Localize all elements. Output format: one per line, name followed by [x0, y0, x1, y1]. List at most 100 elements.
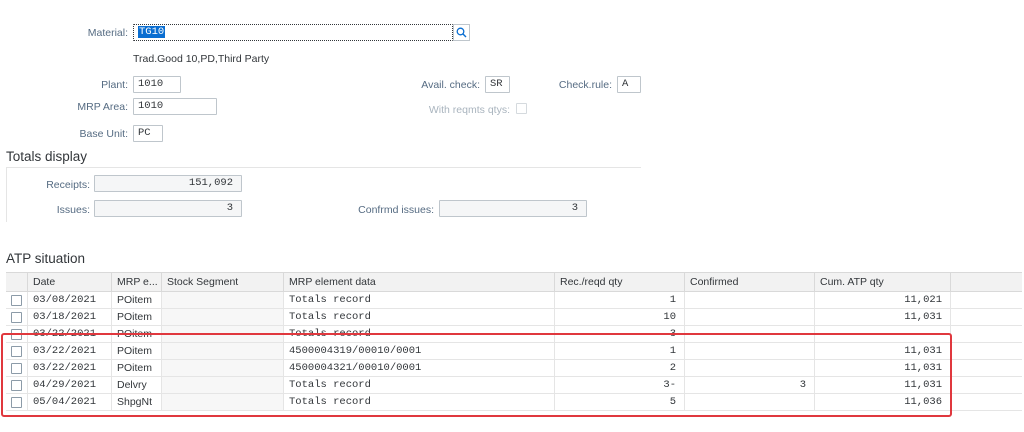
row-rec-reqd-qty: 1 [555, 343, 685, 360]
column-stock-segment[interactable]: Stock Segment [162, 273, 284, 292]
row-cum-atp-qty: 11,031 [815, 343, 951, 360]
row-rec-reqd-qty: 2 [555, 360, 685, 377]
material-value: TG10 [138, 26, 166, 38]
issues-field[interactable]: 3 [94, 200, 242, 217]
receipts-label: Receipts: [46, 179, 90, 191]
row-stock-segment [162, 394, 284, 411]
totals-divider [6, 167, 641, 168]
check-rule-field[interactable]: A [617, 76, 641, 93]
row-filler-cell [951, 309, 1022, 326]
row-cum-atp-qty: 11,031 [815, 377, 951, 394]
row-checkbox[interactable] [11, 312, 22, 323]
table-row[interactable]: 05/04/2021 ShpgNt Totals record 5 11,036 [6, 394, 1022, 411]
row-stock-segment [162, 309, 284, 326]
base-unit-field[interactable]: PC [133, 125, 163, 142]
row-selector-cell[interactable] [6, 360, 28, 377]
row-mrp-element-data: Totals record [284, 394, 555, 411]
avail-check-field[interactable]: SR [485, 76, 510, 93]
select-all-column[interactable] [6, 273, 28, 292]
row-filler-cell [951, 394, 1022, 411]
check-rule-label: Check.rule: [558, 79, 612, 91]
with-reqmts-label: With reqmts qtys: [428, 104, 510, 116]
row-mrp-element-data: Totals record [284, 326, 555, 343]
row-date: 03/22/2021 [28, 360, 112, 377]
column-date[interactable]: Date [28, 273, 112, 292]
row-checkbox[interactable] [11, 363, 22, 374]
material-description: Trad.Good 10,PD,Third Party [133, 53, 270, 65]
row-stock-segment [162, 326, 284, 343]
row-date: 04/29/2021 [28, 377, 112, 394]
row-filler-cell [951, 343, 1022, 360]
row-date: 03/18/2021 [28, 309, 112, 326]
material-label: Material: [87, 27, 128, 39]
table-row[interactable]: 03/22/2021 POitem 4500004319/00010/0001 1 11… [6, 343, 1022, 360]
plant-label: Plant: [101, 79, 128, 91]
row-cum-atp-qty: 11,021 [815, 292, 951, 309]
with-reqmts-checkbox[interactable] [516, 103, 527, 114]
row-mrp-element-data: Totals record [284, 377, 555, 394]
row-mrp-element-data: 4500004319/00010/0001 [284, 343, 555, 360]
mrp-area-label: MRP Area: [77, 101, 128, 113]
mrp-area-field[interactable]: 1010 [133, 98, 217, 115]
receipts-field[interactable]: 151,092 [94, 175, 242, 192]
row-cum-atp-qty [815, 326, 951, 343]
row-rec-reqd-qty: 3 [555, 326, 685, 343]
row-mrp-element-data: Totals record [284, 292, 555, 309]
column-confirmed[interactable]: Confirmed [685, 273, 815, 292]
confirmed-issues-label: Confrmd issues: [358, 204, 434, 216]
row-filler-cell [951, 292, 1022, 309]
row-selector-cell[interactable] [6, 377, 28, 394]
row-selector-cell[interactable] [6, 343, 28, 360]
row-filler-cell [951, 360, 1022, 377]
row-rec-reqd-qty: 1 [555, 292, 685, 309]
row-checkbox[interactable] [11, 295, 22, 306]
row-cum-atp-qty: 11,031 [815, 360, 951, 377]
row-date: 05/04/2021 [28, 394, 112, 411]
row-mrp-element: POitem [112, 360, 162, 377]
column-cum-atp-qty[interactable]: Cum. ATP qty [815, 273, 951, 292]
row-filler-cell [951, 377, 1022, 394]
table-row[interactable]: 03/22/2021 POitem 4500004321/00010/0001 2 11… [6, 360, 1022, 377]
row-checkbox[interactable] [11, 397, 22, 408]
table-row[interactable]: 03/08/2021 POitem Totals record 1 11,021 [6, 292, 1022, 309]
table-row[interactable]: 03/22/2021 POitem Totals record 3 [6, 326, 1022, 343]
row-selector-cell[interactable] [6, 394, 28, 411]
row-confirmed [685, 394, 815, 411]
row-checkbox[interactable] [11, 380, 22, 391]
avail-check-label: Avail. check: [421, 79, 480, 91]
table-row[interactable]: 04/29/2021 Delvry Totals record 3- 3 11,031 [6, 377, 1022, 394]
row-confirmed: 3 [685, 377, 815, 394]
row-date: 03/22/2021 [28, 343, 112, 360]
row-date: 03/08/2021 [28, 292, 112, 309]
row-selector-cell[interactable] [6, 292, 28, 309]
column-rec-reqd-qty[interactable]: Rec./reqd qty [555, 273, 685, 292]
row-stock-segment [162, 292, 284, 309]
column-mrp-element[interactable]: MRP e... [112, 273, 162, 292]
row-mrp-element: POitem [112, 326, 162, 343]
row-confirmed [685, 360, 815, 377]
column-mrp-element-data[interactable]: MRP element data [284, 273, 555, 292]
row-confirmed [685, 309, 815, 326]
material-input[interactable]: TG10 [133, 24, 453, 41]
row-checkbox[interactable] [11, 329, 22, 340]
row-rec-reqd-qty: 5 [555, 394, 685, 411]
issues-label: Issues: [56, 204, 90, 216]
row-cum-atp-qty: 11,036 [815, 394, 951, 411]
row-selector-cell[interactable] [6, 309, 28, 326]
plant-field[interactable]: 1010 [133, 76, 181, 93]
row-confirmed [685, 326, 815, 343]
table-row[interactable]: 03/18/2021 POitem Totals record 10 11,031 [6, 309, 1022, 326]
row-mrp-element-data: 4500004321/00010/0001 [284, 360, 555, 377]
row-stock-segment [162, 377, 284, 394]
atp-table-header: Date MRP e... Stock Segment MRP element … [6, 272, 1022, 292]
totals-display-title: Totals display [6, 149, 88, 164]
row-mrp-element: POitem [112, 343, 162, 360]
atp-situation-title: ATP situation [6, 251, 86, 266]
row-selector-cell[interactable] [6, 326, 28, 343]
material-search-button[interactable] [453, 24, 470, 41]
row-filler-cell [951, 326, 1022, 343]
row-mrp-element-data: Totals record [284, 309, 555, 326]
row-checkbox[interactable] [11, 346, 22, 357]
column-filler [951, 273, 1022, 292]
confirmed-issues-field[interactable]: 3 [439, 200, 587, 217]
